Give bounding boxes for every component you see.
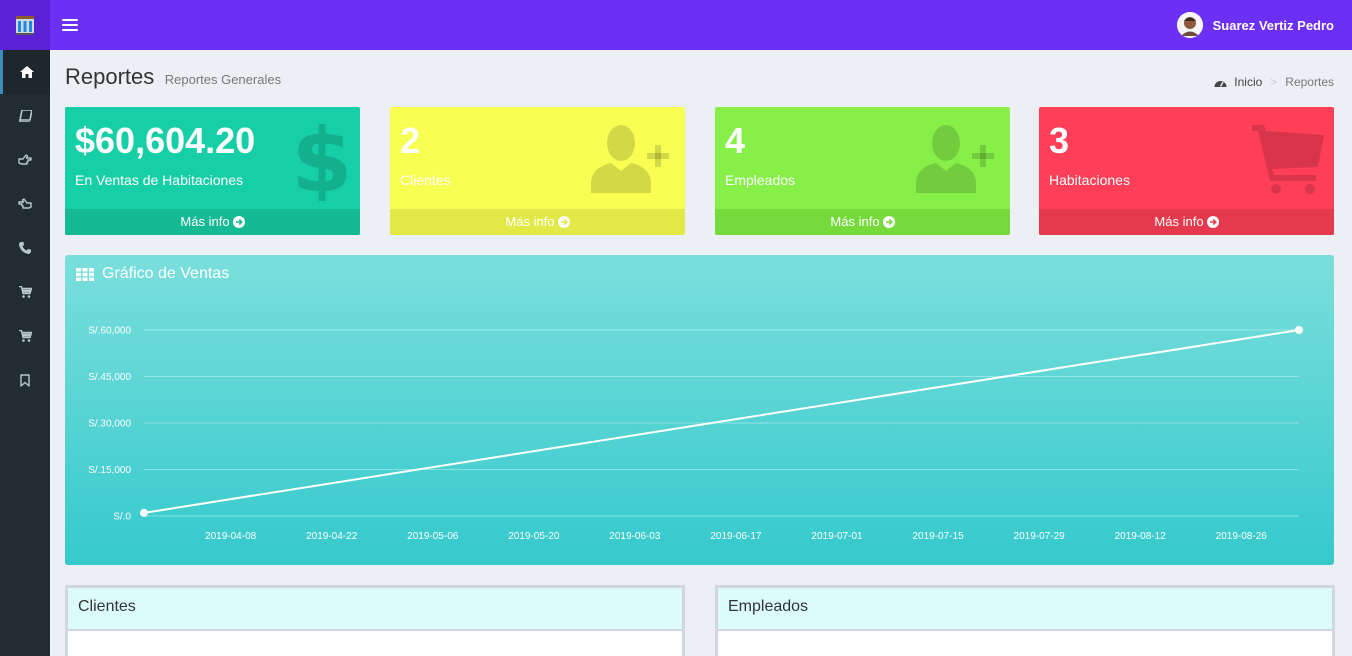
page-subtitle: Reportes Generales xyxy=(164,72,282,87)
x-tick-label: 2019-07-01 xyxy=(811,531,863,542)
x-tick-label: 2019-04-22 xyxy=(306,531,358,542)
arrow-circle-right-icon xyxy=(232,216,245,228)
stat-label: Clientes xyxy=(400,172,451,188)
stat-label: Habitaciones xyxy=(1049,172,1130,188)
more-info-link[interactable]: Más info xyxy=(1039,209,1334,235)
more-info-label: Más info xyxy=(180,214,230,229)
series-line xyxy=(143,329,1300,514)
sidebar-item-bookmark[interactable] xyxy=(0,358,50,402)
sidebar-item-book[interactable] xyxy=(0,94,50,138)
dashboard-icon xyxy=(1214,80,1227,87)
sidebar xyxy=(0,50,50,656)
user-menu[interactable]: Suarez Vertiz Pedro xyxy=(1176,12,1334,38)
clients-panel: Clientes xyxy=(65,585,685,656)
arrow-circle-right-icon xyxy=(1206,216,1219,228)
breadcrumb-current: Reportes xyxy=(1285,75,1334,89)
phone-icon xyxy=(19,242,31,254)
home-icon xyxy=(19,66,34,78)
user-name: Suarez Vertiz Pedro xyxy=(1212,17,1334,33)
x-tick-label: 2019-06-17 xyxy=(710,531,762,542)
more-info-label: Más info xyxy=(505,214,555,229)
arrow-circle-right-icon xyxy=(557,216,570,228)
hotel-logo-icon xyxy=(16,16,34,35)
y-tick-label: S/.15,000 xyxy=(88,465,131,476)
bookmark-icon xyxy=(20,373,30,387)
more-info-link[interactable]: Más info xyxy=(65,209,360,235)
x-tick-label: 2019-05-06 xyxy=(407,531,459,542)
avatar xyxy=(1176,12,1203,38)
menu-toggle-button[interactable] xyxy=(62,17,78,33)
y-tick-label: S/.0 xyxy=(113,512,131,523)
stat-value: 4 xyxy=(725,120,746,161)
stat-label: En Ventas de Habitaciones xyxy=(75,172,244,188)
stat-box-rooms: 3 Habitaciones Más info xyxy=(1039,107,1334,235)
x-tick-label: 2019-08-12 xyxy=(1115,531,1167,542)
content-header: Reportes Reportes Generales Inicio > Rep… xyxy=(65,64,1334,98)
data-point xyxy=(140,508,148,517)
x-tick-label: 2019-07-29 xyxy=(1014,531,1066,542)
app-logo[interactable] xyxy=(0,0,50,50)
employees-panel-title: Empleados xyxy=(718,588,1332,631)
employees-panel: Empleados xyxy=(715,585,1335,656)
x-tick-label: 2019-06-03 xyxy=(609,531,661,542)
y-tick-label: S/.60,000 xyxy=(88,326,131,337)
data-point xyxy=(1295,326,1303,334)
cart-icon xyxy=(18,286,32,298)
page-title: Reportes xyxy=(65,64,155,89)
sales-chart: S/.0 S/.15,000 S/.30,000 S/.45,000 S/.60,000… xyxy=(88,326,1303,542)
th-grid-icon xyxy=(76,267,94,281)
chart-header: Gráfico de Ventas xyxy=(76,265,229,283)
sidebar-item-pointer-left[interactable] xyxy=(0,182,50,226)
x-tick-label: 2019-07-15 xyxy=(912,531,964,542)
sidebar-item-phone[interactable] xyxy=(0,226,50,270)
stat-value: $60,604.20 xyxy=(75,120,256,161)
more-info-link[interactable]: Más info xyxy=(390,209,685,235)
clients-panel-title: Clientes xyxy=(68,588,682,631)
stat-value: 3 xyxy=(1049,120,1070,161)
breadcrumb-home-link[interactable]: Inicio xyxy=(1214,75,1262,89)
cart-icon xyxy=(18,330,32,342)
x-tick-label: 2019-04-08 xyxy=(205,531,257,542)
stat-box-employees: 4 Empleados Más info xyxy=(715,107,1010,235)
user-avatar-icon xyxy=(1176,12,1203,38)
x-tick-label: 2019-08-26 xyxy=(1216,531,1268,542)
sidebar-item-cart-2[interactable] xyxy=(0,314,50,358)
stat-value: 2 xyxy=(400,120,421,161)
top-navbar: Suarez Vertiz Pedro xyxy=(0,0,1352,50)
y-tick-label: S/.45,000 xyxy=(88,372,131,383)
breadcrumb-separator: > xyxy=(1270,75,1278,89)
y-tick-label: S/.30,000 xyxy=(88,419,131,430)
more-info-link[interactable]: Más info xyxy=(715,209,1010,235)
more-info-label: Más info xyxy=(830,214,880,229)
sidebar-item-pointer-right[interactable] xyxy=(0,138,50,182)
sidebar-item-cart-1[interactable] xyxy=(0,270,50,314)
stat-box-clients: 2 Clientes Más info xyxy=(390,107,685,235)
sidebar-item-home[interactable] xyxy=(0,50,50,94)
sales-chart-box: S/.0 S/.15,000 S/.30,000 S/.45,000 S/.60,000… xyxy=(65,255,1334,565)
hand-point-right-icon xyxy=(18,154,32,165)
stat-label: Empleados xyxy=(725,172,796,188)
book-icon xyxy=(18,110,32,122)
chart-title: Gráfico de Ventas xyxy=(102,265,230,282)
x-tick-label: 2019-05-20 xyxy=(508,531,560,542)
arrow-circle-right-icon xyxy=(882,216,895,228)
more-info-label: Más info xyxy=(1154,214,1204,229)
hand-point-left-icon xyxy=(18,198,32,209)
breadcrumb-home-label: Inicio xyxy=(1234,75,1263,89)
breadcrumb: Inicio > Reportes xyxy=(1214,75,1334,89)
stat-box-sales: $60,604.20 En Ventas de Habitaciones $ M… xyxy=(65,107,360,235)
